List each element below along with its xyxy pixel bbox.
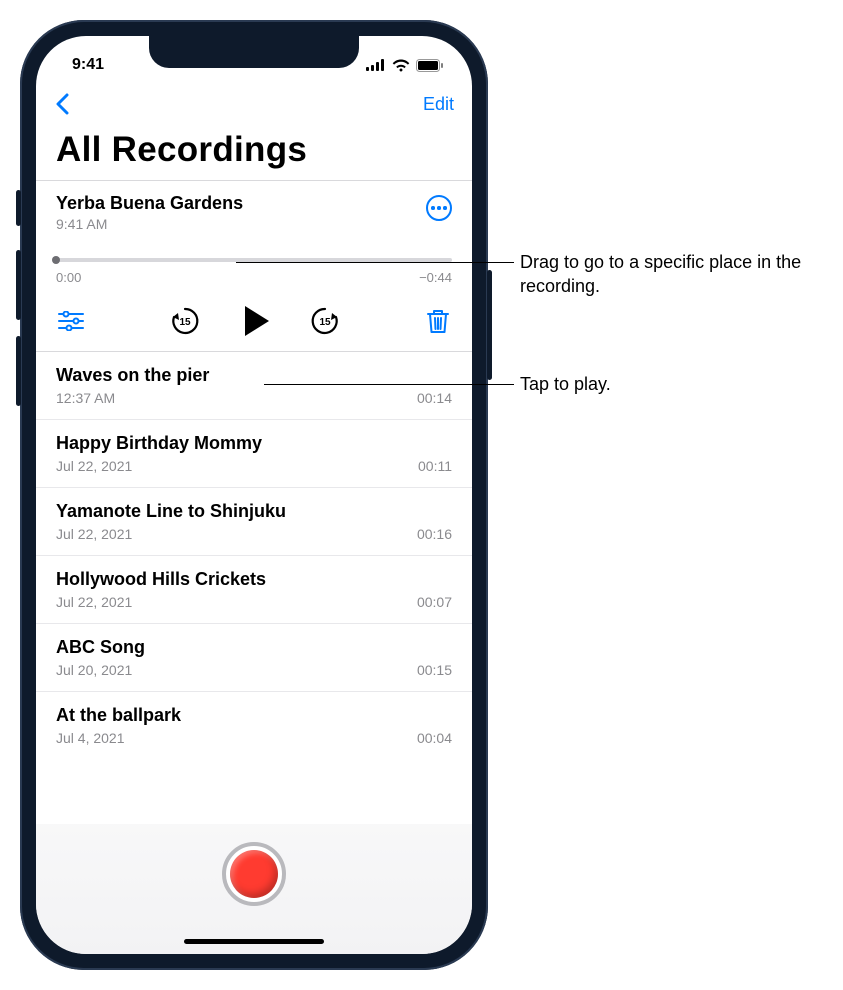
svg-text:15: 15	[179, 317, 191, 328]
page-title: All Recordings	[36, 126, 472, 181]
callout-text: Drag to go to a specific place in the re…	[520, 252, 801, 296]
skip-forward-15-button[interactable]: 15	[309, 305, 341, 337]
side-button	[16, 190, 21, 226]
phone-notch	[149, 36, 359, 68]
home-indicator[interactable]	[184, 939, 324, 944]
ellipsis-icon	[431, 206, 435, 210]
expanded-recording-subtitle: 9:41 AM	[56, 216, 243, 232]
nav-bar: Edit	[36, 82, 472, 126]
recording-title: Yamanote Line to Shinjuku	[56, 501, 452, 522]
recording-title: Hollywood Hills Crickets	[56, 569, 452, 590]
play-button[interactable]	[241, 306, 269, 336]
playback-options-button[interactable]	[58, 311, 84, 331]
side-button	[16, 250, 21, 320]
scrubber-thumb[interactable]	[52, 256, 60, 264]
wifi-icon	[392, 59, 410, 72]
recording-subtitle: 12:37 AM	[56, 390, 115, 406]
recording-duration: 00:15	[417, 662, 452, 678]
recording-subtitle: Jul 20, 2021	[56, 662, 132, 678]
recording-title: At the ballpark	[56, 705, 452, 726]
list-item[interactable]: At the ballpark Jul 4, 2021 00:04	[36, 692, 472, 750]
recording-subtitle: Jul 22, 2021	[56, 526, 132, 542]
recording-subtitle: Jul 4, 2021	[56, 730, 125, 746]
callout-play: Tap to play.	[520, 372, 820, 396]
edit-button[interactable]: Edit	[423, 94, 454, 115]
side-button	[487, 270, 492, 380]
phone-device-frame: 9:41 Edit All Recordings	[20, 20, 488, 970]
list-item[interactable]: Waves on the pier 12:37 AM 00:14	[36, 352, 472, 420]
recording-duration: 00:07	[417, 594, 452, 610]
callout-text: Tap to play.	[520, 374, 611, 394]
recordings-list: Waves on the pier 12:37 AM 00:14 Happy B…	[36, 352, 472, 750]
list-item[interactable]: ABC Song Jul 20, 2021 00:15	[36, 624, 472, 692]
phone-screen: 9:41 Edit All Recordings	[36, 36, 472, 954]
recording-title: ABC Song	[56, 637, 452, 658]
recording-duration: 00:11	[418, 458, 452, 474]
play-icon	[245, 306, 269, 336]
recording-title: Happy Birthday Mommy	[56, 433, 452, 454]
recording-duration: 00:14	[417, 390, 452, 406]
callout-scrubber: Drag to go to a specific place in the re…	[520, 250, 820, 299]
battery-icon	[416, 59, 444, 72]
list-item[interactable]: Happy Birthday Mommy Jul 22, 2021 00:11	[36, 420, 472, 488]
record-button[interactable]	[222, 842, 286, 906]
status-time: 9:41	[72, 56, 104, 74]
svg-text:15: 15	[319, 317, 331, 328]
recording-subtitle: Jul 22, 2021	[56, 458, 132, 474]
side-button	[16, 336, 21, 406]
list-item[interactable]: Hollywood Hills Crickets Jul 22, 2021 00…	[36, 556, 472, 624]
record-toolbar	[36, 824, 472, 954]
callout-leader-line	[264, 384, 514, 385]
list-item[interactable]: Yamanote Line to Shinjuku Jul 22, 2021 0…	[36, 488, 472, 556]
skip-back-15-button[interactable]: 15	[169, 305, 201, 337]
back-button[interactable]	[54, 92, 70, 116]
recording-duration: 00:04	[417, 730, 452, 746]
recording-subtitle: Jul 22, 2021	[56, 594, 132, 610]
expanded-recording: Yerba Buena Gardens 9:41 AM 0:00 −0:44	[36, 181, 472, 352]
record-icon	[230, 850, 278, 898]
callout-leader-line	[236, 262, 514, 263]
expanded-recording-title: Yerba Buena Gardens	[56, 193, 243, 214]
delete-button[interactable]	[426, 308, 450, 334]
more-options-button[interactable]	[426, 195, 452, 221]
recording-title: Waves on the pier	[56, 365, 452, 386]
recording-duration: 00:16	[417, 526, 452, 542]
cellular-icon	[366, 59, 386, 71]
